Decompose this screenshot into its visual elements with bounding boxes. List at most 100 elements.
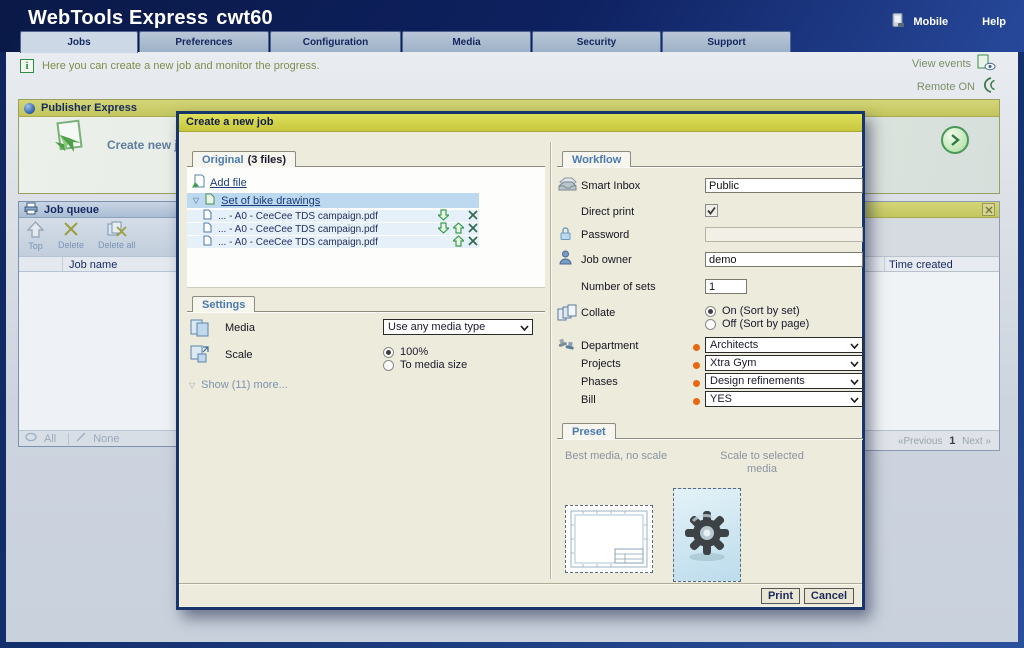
scale-label: Scale [225, 349, 253, 361]
instance-name: cwt60 [216, 7, 273, 29]
bill-label: Bill [581, 394, 596, 406]
smart-inbox-icon [557, 176, 578, 196]
scale-100-radio[interactable]: 100% [383, 346, 428, 358]
create-job-dialog: Create a new job Original(3 files) Add f… [176, 111, 865, 610]
phases-label: Phases [581, 376, 618, 388]
collate-on-radio[interactable]: On (Sort by set) [705, 305, 800, 317]
phases-select[interactable]: Design refinements [705, 373, 863, 389]
smart-inbox-input[interactable] [705, 178, 863, 193]
previous-page-link[interactable]: «Previous [898, 436, 942, 447]
media-icon [189, 318, 211, 341]
department-icon [557, 338, 577, 355]
number-of-sets-input[interactable] [705, 279, 747, 294]
direct-print-label: Direct print [581, 206, 634, 218]
delete-all-button[interactable]: Delete all [98, 221, 136, 250]
preset-section-tab[interactable]: Preset [562, 423, 616, 439]
top-arrow-icon [27, 221, 44, 240]
expand-triangle-icon: ▽ [189, 381, 195, 390]
tab-support[interactable]: Support [662, 31, 791, 52]
add-file-icon [191, 174, 205, 192]
tab-configuration[interactable]: Configuration [270, 31, 401, 52]
file-row[interactable]: ... - A0 - CeeCee TDS campaign.pdf [187, 223, 479, 235]
view-events-link[interactable]: View events [912, 54, 996, 74]
person-icon [559, 250, 572, 268]
preset-option2-label: Scale to selected media [707, 450, 817, 476]
info-icon: i [20, 59, 34, 73]
media-select[interactable]: Use any media type [383, 319, 533, 335]
password-label: Password [581, 229, 629, 241]
delete-all-icon [107, 221, 127, 239]
dialog-footer: Print Cancel [179, 583, 862, 607]
file-icon [203, 235, 212, 249]
job-queue-select-column [19, 257, 63, 271]
app-title: WebTools Expresscwt60 [28, 7, 273, 30]
department-select[interactable]: Architects [705, 337, 863, 353]
workflow-section-tab[interactable]: Workflow [562, 151, 631, 167]
view-events-icon [977, 54, 996, 74]
remote-toggle[interactable]: Remote ON [917, 76, 996, 97]
job-name-column-header[interactable]: Job name [63, 257, 117, 271]
set-name-link[interactable]: Set of bike drawings [221, 195, 320, 207]
tab-media[interactable]: Media [402, 31, 531, 52]
preset-best-media-thumbnail[interactable] [565, 505, 653, 573]
collate-label: Collate [581, 307, 615, 319]
original-section-tab[interactable]: Original(3 files) [192, 151, 296, 167]
tab-security[interactable]: Security [532, 31, 661, 52]
browser-window: WebTools Expresscwt60 Mobile Help Jobs P… [0, 0, 1024, 648]
media-label: Media [225, 322, 255, 334]
settings-section-tab[interactable]: Settings [192, 296, 255, 312]
file-row[interactable]: ... - A0 - CeeCee TDS campaign.pdf [187, 236, 479, 248]
projects-label: Projects [581, 358, 621, 370]
smart-inbox-label: Smart Inbox [581, 180, 640, 192]
move-up-icon[interactable] [452, 235, 464, 250]
required-dot [693, 380, 700, 387]
file-icon [203, 209, 212, 223]
panel-close-button[interactable] [982, 203, 995, 216]
delete-x-icon [63, 221, 79, 239]
number-of-sets-label: Number of sets [581, 281, 656, 293]
collapse-triangle-icon[interactable]: ▽ [193, 196, 199, 205]
file-icon [203, 222, 212, 236]
scale-icon [190, 344, 210, 367]
remove-file-icon[interactable] [467, 236, 479, 249]
tab-jobs[interactable]: Jobs [20, 31, 138, 53]
mobile-link[interactable]: Mobile [913, 16, 948, 28]
app-header: WebTools Expresscwt60 Mobile Help Jobs P… [0, 0, 1024, 52]
print-button[interactable]: Print [761, 588, 800, 604]
mobile-icon [892, 13, 905, 31]
help-link[interactable]: Help [982, 16, 1006, 28]
add-file-link[interactable]: Add file [191, 174, 247, 192]
cancel-button[interactable]: Cancel [804, 588, 854, 604]
preset-scale-thumbnail[interactable] [673, 488, 741, 582]
select-all-link[interactable]: All [44, 433, 56, 445]
publisher-go-button[interactable] [941, 126, 969, 154]
collate-icon [557, 304, 577, 325]
select-none-link[interactable]: None [93, 433, 119, 445]
preset-option1-label: Best media, no scale [565, 450, 699, 463]
job-owner-label: Job owner [581, 254, 632, 266]
scale-to-media-radio[interactable]: To media size [383, 359, 467, 371]
required-dot [693, 398, 700, 405]
file-set-row[interactable]: ▽ Set of bike drawings [187, 193, 479, 208]
publisher-title: Publisher Express [41, 102, 137, 114]
select-all-icon [25, 432, 38, 445]
printer-icon [24, 202, 38, 218]
file-row[interactable]: ... - A0 - CeeCee TDS campaign.pdf [187, 210, 479, 222]
tab-preferences[interactable]: Preferences [139, 31, 269, 52]
delete-button[interactable]: Delete [58, 221, 84, 250]
column-divider [550, 142, 551, 579]
direct-print-checkbox[interactable] [705, 204, 718, 217]
top-button[interactable]: Top [27, 221, 44, 251]
current-page: 1 [949, 435, 955, 447]
job-owner-input[interactable] [705, 252, 863, 267]
collate-off-radio[interactable]: Off (Sort by page) [705, 318, 809, 330]
select-none-icon [75, 432, 87, 445]
show-more-link[interactable]: ▽ Show (11) more... [189, 379, 288, 391]
time-created-column-header[interactable]: Time created [885, 257, 953, 271]
projects-select[interactable]: Xtra Gym [705, 355, 863, 371]
next-page-link[interactable]: Next » [962, 436, 991, 447]
required-dot [693, 344, 700, 351]
create-new-job-icon[interactable] [47, 119, 89, 160]
bill-select[interactable]: YES [705, 391, 863, 407]
set-icon [205, 193, 215, 208]
